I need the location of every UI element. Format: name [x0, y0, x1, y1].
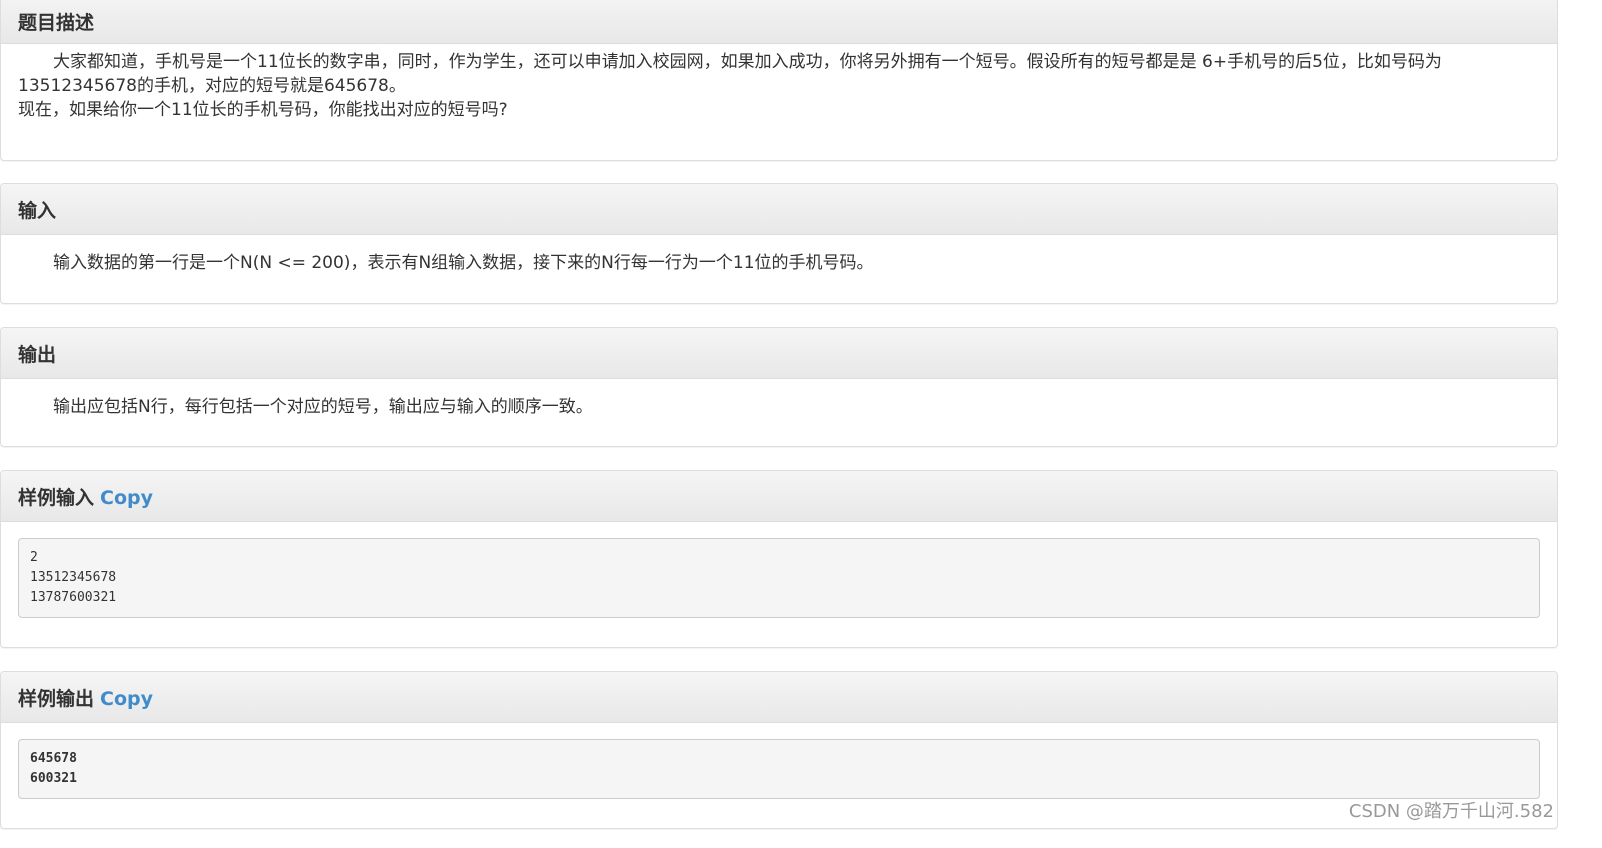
- sample-input-code: 2 13512345678 13787600321: [18, 538, 1540, 618]
- sample-output-title-text: 样例输出: [18, 687, 95, 710]
- sample-input-panel: 样例输入 Copy 2 13512345678 13787600321: [0, 470, 1558, 648]
- sample-output-body: 645678 600321: [1, 723, 1557, 815]
- description-body: 大家都知道，手机号是一个11位长的数字串，同时，作为学生，还可以申请加入校园网，…: [1, 44, 1557, 138]
- input-body: 输入数据的第一行是一个N(N <= 200)，表示有N组输入数据，接下来的N行每…: [1, 235, 1557, 291]
- output-panel: 输出 输出应包括N行，每行包括一个对应的短号，输出应与输入的顺序一致。: [0, 327, 1558, 447]
- sample-output-code: 645678 600321: [18, 739, 1540, 799]
- sample-input-line: 13787600321: [30, 590, 117, 605]
- sample-input-heading: 样例输入 Copy: [1, 471, 1557, 522]
- sample-input-body: 2 13512345678 13787600321: [1, 522, 1557, 634]
- description-line-3: 现在，如果给你一个11位长的手机号码，你能找出对应的短号吗?: [18, 100, 508, 120]
- input-panel: 输入 输入数据的第一行是一个N(N <= 200)，表示有N组输入数据，接下来的…: [0, 183, 1558, 304]
- output-text: 输出应包括N行，每行包括一个对应的短号，输出应与输入的顺序一致。: [53, 397, 593, 417]
- sample-input-line: 13512345678: [30, 570, 117, 585]
- input-text: 输入数据的第一行是一个N(N <= 200)，表示有N组输入数据，接下来的N行每…: [53, 253, 874, 273]
- sample-output-line: 645678: [30, 751, 77, 766]
- sample-input-title: 样例输入 Copy: [18, 483, 153, 510]
- output-body: 输出应包括N行，每行包括一个对应的短号，输出应与输入的顺序一致。: [1, 379, 1557, 435]
- sample-output-line: 600321: [30, 771, 77, 786]
- description-panel: 题目描述 大家都知道，手机号是一个11位长的数字串，同时，作为学生，还可以申请加…: [0, 0, 1558, 161]
- sample-output-heading: 样例输出 Copy: [1, 672, 1557, 723]
- description-line-2: 13512345678的手机，对应的短号就是645678。: [18, 76, 406, 96]
- sample-output-panel: 样例输出 Copy 645678 600321: [0, 671, 1558, 829]
- sample-input-line: 2: [30, 550, 38, 565]
- sample-input-title-text: 样例输入: [18, 486, 95, 509]
- sample-output-title: 样例输出 Copy: [18, 684, 153, 711]
- sample-output-copy-button[interactable]: Copy: [100, 688, 153, 710]
- description-heading: 题目描述: [1, 0, 1557, 44]
- sample-input-copy-button[interactable]: Copy: [100, 487, 153, 509]
- description-line-1: 大家都知道，手机号是一个11位长的数字串，同时，作为学生，还可以申请加入校园网，…: [53, 52, 1442, 72]
- description-title: 题目描述: [18, 11, 95, 34]
- input-title: 输入: [18, 199, 57, 222]
- input-heading: 输入: [1, 184, 1557, 235]
- output-heading: 输出: [1, 328, 1557, 379]
- csdn-watermark: CSDN @踏万千山河.582: [1348, 801, 1554, 822]
- output-title: 输出: [18, 343, 57, 366]
